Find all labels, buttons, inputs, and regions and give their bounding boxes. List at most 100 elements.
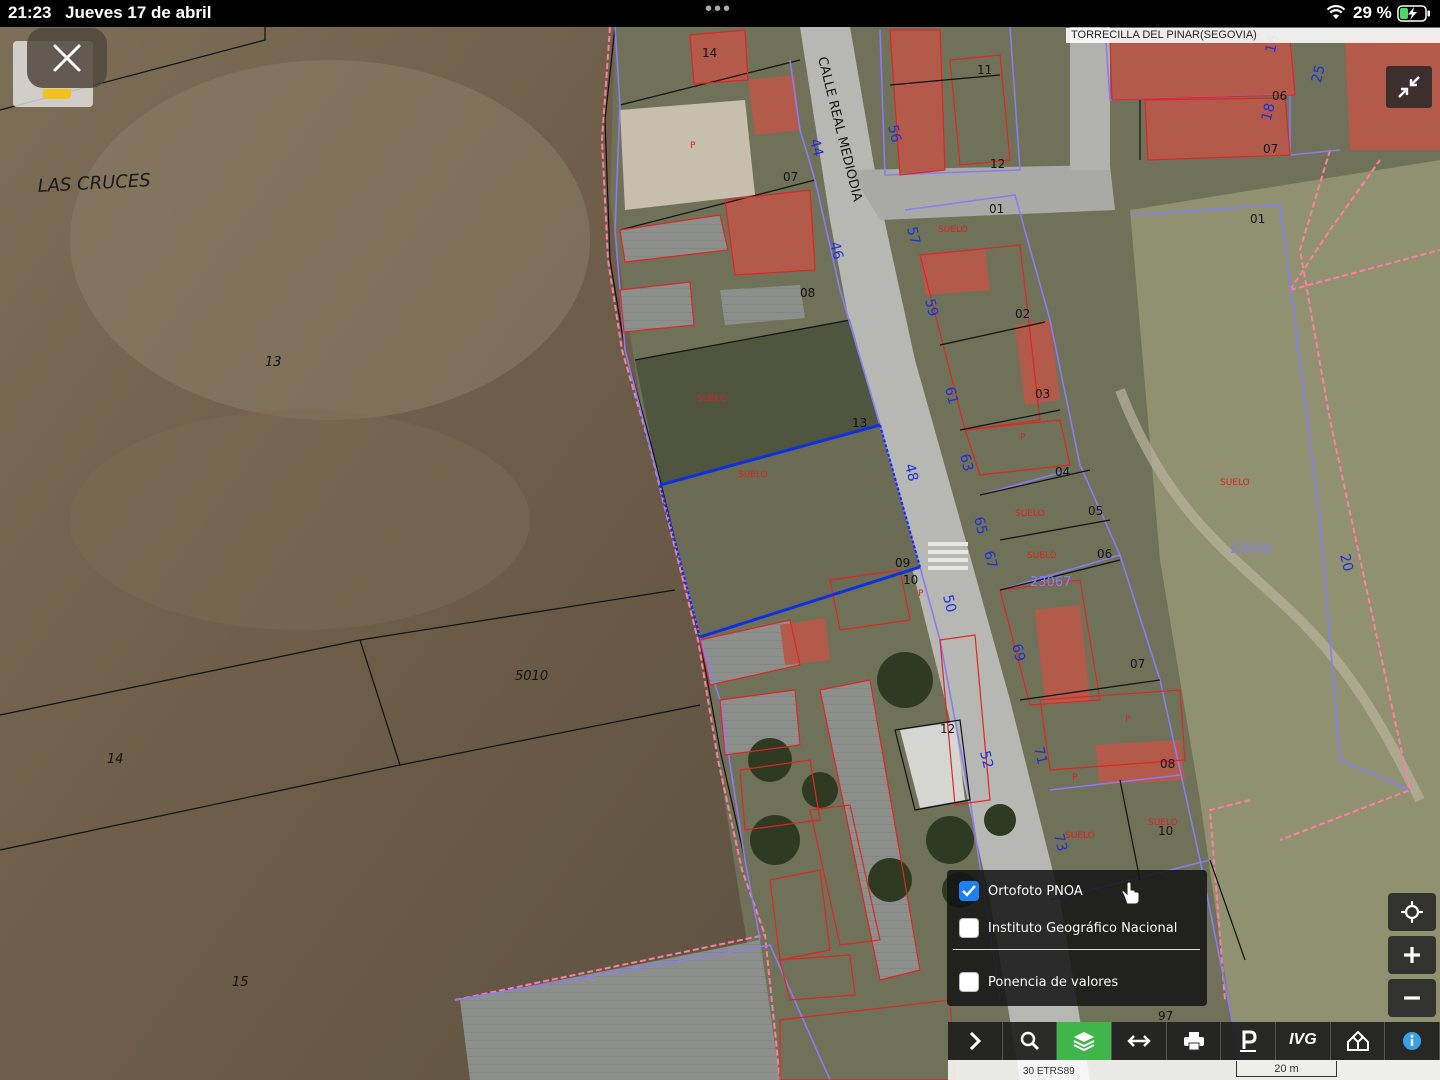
map-footer: 30 ETRS89 20 m: [948, 1060, 1440, 1080]
measure-icon: [1127, 1035, 1151, 1047]
buildings-button[interactable]: [1331, 1022, 1386, 1060]
layer-panel: Ortofoto PNOA Instituto Geográfico Nacio…: [947, 870, 1207, 1006]
scale-label: 20 m: [1274, 1063, 1299, 1075]
building-block: [720, 285, 805, 325]
parcel-number: 15: [232, 975, 249, 990]
ivg-button[interactable]: IVG: [1276, 1022, 1331, 1060]
divider: [953, 949, 1200, 950]
suelo-label: SUELO: [1148, 818, 1178, 828]
north-street: [1070, 27, 1110, 170]
collapse-arrows-icon: [1398, 76, 1420, 98]
building-block: [620, 282, 694, 332]
ivg-label: IVG: [1289, 1031, 1317, 1048]
chevron-right-icon: [969, 1031, 981, 1051]
plot-code: 07: [1263, 142, 1278, 156]
layers-button[interactable]: [1057, 1022, 1113, 1060]
crosshair-icon: [1401, 901, 1423, 923]
field-light-patch: [70, 60, 590, 420]
plot-code: 02: [1015, 307, 1030, 321]
plot-code: 97: [1158, 1009, 1173, 1023]
buildings-icon: [1346, 1030, 1369, 1051]
plot-code: 06: [1097, 547, 1112, 561]
plot-code: 07: [783, 170, 798, 184]
parcel-number: 5010: [515, 669, 548, 684]
plot-code: 08: [800, 286, 815, 300]
status-date: Jueves 17 de abril: [65, 3, 212, 22]
plot-code: 06: [1272, 89, 1287, 103]
search-button[interactable]: [1003, 1022, 1058, 1060]
plaza: [620, 100, 755, 210]
parcel-number: 14: [107, 752, 124, 767]
expand-panel-button[interactable]: [948, 1022, 1003, 1060]
layer-label: Ortofoto PNOA: [988, 883, 1083, 899]
layer-row-ortofoto[interactable]: Ortofoto PNOA: [959, 879, 1083, 903]
close-button[interactable]: [27, 28, 107, 88]
plot-code: 10: [903, 573, 918, 587]
parking-icon: [1240, 1030, 1257, 1052]
plot-code: 07: [1130, 657, 1145, 671]
plot-code: 04: [1055, 465, 1070, 479]
plot-code: 01: [989, 202, 1004, 216]
plot-code: 01: [1250, 212, 1265, 226]
p-label: P: [918, 589, 924, 599]
plot-code: 12: [990, 157, 1005, 171]
hand-pointer-icon: [1121, 881, 1140, 905]
status-bar: 21:23 Jueves 17 de abril ••• 29 %: [0, 0, 1440, 27]
zoom-in-button[interactable]: [1388, 936, 1436, 974]
suelo-label: SUELO: [1027, 551, 1057, 561]
location-label: TORRECILLA DEL PINAR(SEGOVIA): [1066, 28, 1440, 43]
suelo-label: SUELO: [1015, 509, 1045, 519]
print-icon: [1183, 1032, 1204, 1051]
cadastral-map[interactable]: LAS CRUCES CALLE REAL MEDIODIA 13 5010 1…: [0, 27, 1440, 1080]
search-icon: [1020, 1031, 1039, 1051]
battery-charging-icon: [1397, 5, 1430, 22]
minus-icon: [1404, 996, 1420, 1000]
parcel-number: 13: [265, 355, 282, 370]
plot-code: 05: [1088, 504, 1103, 518]
measure-button[interactable]: [1112, 1022, 1167, 1060]
layer-label: Ponencia de valores: [988, 974, 1119, 990]
layers-icon: [1073, 1032, 1095, 1052]
bottom-toolbar: IVG: [948, 1022, 1440, 1060]
zone-label: 23050: [1230, 542, 1271, 557]
plot-code: 12: [940, 722, 955, 736]
plot-code: 09: [895, 556, 910, 570]
p-label: P: [1020, 433, 1026, 443]
close-icon: [53, 44, 81, 72]
info-button[interactable]: [1385, 1022, 1440, 1060]
crs-label: 30 ETRS89: [1023, 1066, 1075, 1077]
wifi-icon: [1326, 5, 1346, 19]
plot-code: 14: [702, 46, 717, 60]
scale-bar: 20 m: [1236, 1061, 1337, 1077]
p-label: P: [1072, 773, 1078, 783]
suelo-label: SUELO: [1065, 831, 1095, 841]
battery-percentage: 29 %: [1353, 3, 1392, 22]
suelo-label: SUELO: [938, 225, 968, 235]
plot-code: 08: [1160, 757, 1175, 771]
checkmark-icon: [962, 885, 976, 897]
plus-icon: [1404, 947, 1420, 963]
layer-row-ign[interactable]: Instituto Geográfico Nacional: [959, 916, 1177, 940]
checkbox-unchecked[interactable]: [959, 972, 979, 992]
plot-code: 11: [977, 63, 992, 77]
plot-code: 13: [852, 416, 867, 430]
zone-label: 23067: [1030, 575, 1071, 590]
checkbox-checked[interactable]: [959, 881, 979, 901]
checkbox-unchecked[interactable]: [959, 918, 979, 938]
zoom-out-button[interactable]: [1388, 979, 1436, 1017]
info-icon: [1403, 1032, 1422, 1050]
field-light-patch: [70, 410, 530, 630]
locate-button[interactable]: [1388, 893, 1436, 931]
layer-label: Instituto Geográfico Nacional: [988, 920, 1178, 936]
print-button[interactable]: [1167, 1022, 1222, 1060]
plot-code: 03: [1035, 387, 1050, 401]
p-label: P: [690, 141, 696, 151]
multitasking-dots-icon[interactable]: •••: [705, 0, 732, 21]
parking-button[interactable]: [1221, 1022, 1277, 1060]
layer-row-ponencia[interactable]: Ponencia de valores: [959, 970, 1118, 994]
status-time: 21:23: [8, 3, 52, 22]
suelo-label: SUELO: [697, 394, 727, 404]
suelo-label: SUELO: [738, 470, 768, 480]
suelo-label: SUELO: [1220, 478, 1250, 488]
exit-fullscreen-button[interactable]: [1386, 66, 1432, 108]
